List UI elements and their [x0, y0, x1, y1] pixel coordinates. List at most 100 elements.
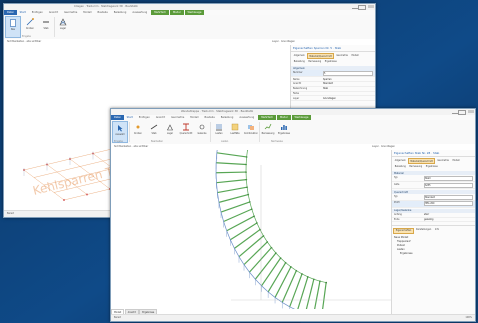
panel-tab-general[interactable]: Allgemein	[393, 158, 407, 164]
stair-tread	[243, 241, 268, 266]
ribbon-combination-button[interactable]: Kombination	[244, 121, 258, 141]
panel-tab-material[interactable]: Material/Querschnitt	[306, 53, 335, 60]
panel-tab-geometry[interactable]: Geometrie	[436, 158, 451, 164]
property-value[interactable]: gelenkig	[424, 218, 473, 221]
panel-tab-design[interactable]: Bemessung	[408, 165, 424, 169]
ribbon-label: Stab	[43, 27, 49, 30]
panel-tab-material[interactable]: Material/Querschnitt	[407, 158, 436, 165]
property-row[interactable]: Ende gelenkig	[392, 218, 475, 223]
panel-tab-loads[interactable]: Belastung	[393, 165, 407, 169]
property-row[interactable]: Güte S235	[392, 182, 475, 189]
beam-icon	[43, 21, 49, 23]
property-row[interactable]: Layer Grundlagen	[291, 96, 375, 102]
layer-dropdown[interactable]: Layer · Grundlagen	[372, 145, 395, 148]
outer-stringer	[243, 264, 250, 273]
panel-tab-results[interactable]: Ergebnisse	[323, 60, 338, 64]
ribbon-label: Stab	[151, 132, 157, 135]
ribbon-label: Bemessung	[261, 132, 275, 135]
inner-stringer	[253, 216, 258, 224]
panel-tab-model[interactable]: Modell	[350, 53, 360, 59]
ribbon-new-button[interactable]: Neu	[5, 16, 21, 38]
ribbon-design-button[interactable]: Bemessung	[261, 121, 275, 141]
ribbon-node-button[interactable]: Knoten	[23, 16, 37, 36]
ribbon-group-label: Lasten	[221, 140, 229, 143]
outer-stringer	[267, 291, 276, 298]
property-value[interactable]	[323, 92, 373, 95]
close-icon[interactable]	[468, 110, 474, 113]
inner-stringer	[275, 252, 281, 259]
panel-tab-geometry[interactable]: Geometrie	[335, 53, 350, 59]
property-value[interactable]: 5	[323, 70, 373, 76]
ribbon-cross-section-button[interactable]: Querschnitt	[179, 121, 193, 141]
panel-tab-design[interactable]: Bemessung	[307, 60, 323, 64]
property-value[interactable]: Stab	[323, 87, 373, 90]
ribbon-loadcase-button[interactable]: Lastfälle	[228, 121, 242, 141]
inner-stringer	[280, 257, 286, 263]
property-key: Ende	[394, 218, 400, 222]
layer-dropdown[interactable]: Layer · Grundlagen	[272, 40, 295, 43]
visibility-dropdown[interactable]: Sichtbarkeiten · alle sichtbar	[7, 40, 41, 43]
property-key: Farbe	[293, 91, 300, 95]
property-row[interactable]: Nummer 5	[291, 70, 375, 78]
property-value[interactable]: Sparren	[323, 78, 373, 81]
inner-stringer	[290, 266, 297, 271]
close-icon[interactable]	[368, 5, 374, 8]
ribbon-label: Gelenke	[197, 132, 207, 135]
property-value[interactable]: HEA 200	[424, 201, 473, 207]
ribbon-label: Neu	[10, 28, 16, 31]
subtab-info[interactable]: Info	[433, 228, 440, 234]
ribbon-beam-button[interactable]: Stab	[147, 121, 161, 141]
back-ribbon: Neu Knoten Stab Lager Eingabe	[4, 15, 375, 40]
inner-stringer	[267, 241, 272, 248]
inner-stringer	[245, 179, 248, 188]
status-text: Bereit	[7, 212, 14, 215]
outer-stringer	[249, 271, 256, 280]
inner-stringer	[307, 276, 314, 280]
inner-stringer	[251, 209, 255, 217]
stair-tread	[274, 266, 292, 298]
outer-stringer	[220, 211, 224, 222]
stair-tread	[234, 229, 261, 249]
stair-tread	[254, 252, 277, 280]
beam-icon	[150, 124, 158, 130]
property-value[interactable]: Stahl	[424, 175, 473, 181]
front-model-viewport[interactable]	[111, 123, 391, 321]
subtab-properties[interactable]: Eigenschaften	[393, 227, 414, 234]
ribbon-hinge-button[interactable]: Gelenke	[195, 121, 209, 141]
property-value[interactable]: Grundlagen	[323, 97, 373, 100]
ribbon-group-label: Eingabe	[114, 140, 123, 143]
inner-stringer	[246, 187, 249, 195]
inner-stringer	[246, 149, 248, 157]
ribbon-support-button[interactable]: Lager	[56, 16, 70, 36]
panel-tab-general[interactable]: Allgemein	[292, 53, 306, 59]
property-value[interactable]: S235	[424, 182, 473, 188]
stair-tread	[216, 162, 247, 166]
ribbon-loads-button[interactable]: Lasten	[212, 121, 226, 141]
ribbon-support-button[interactable]: Lager	[163, 121, 177, 141]
property-row[interactable]: Typ Standard	[392, 194, 475, 201]
visibility-dropdown[interactable]: Sichtbarkeiten · alle sichtbar	[114, 145, 148, 148]
stair-tread	[216, 171, 247, 174]
panel-tab-model[interactable]: Modell	[451, 158, 461, 164]
outer-stringer	[217, 192, 220, 203]
property-row[interactable]: Typ Stahl	[392, 175, 475, 183]
property-row[interactable]: Profil HEA 200	[392, 200, 475, 208]
outer-stringer	[215, 152, 218, 163]
tree-node[interactable]: Ergebnisse	[394, 251, 473, 255]
inner-stringer	[285, 262, 292, 268]
stair-tread	[261, 257, 282, 287]
ribbon-node-button[interactable]: Knoten	[131, 121, 145, 141]
panel-tab-loads[interactable]: Belastung	[292, 60, 306, 64]
subtab-views[interactable]: Darstellungen	[414, 228, 432, 234]
property-value[interactable]: Standard	[323, 82, 373, 85]
select-arrow-icon	[118, 125, 123, 132]
property-value[interactable]: Standard	[424, 194, 473, 200]
property-key: Name	[293, 77, 300, 81]
inner-stringer	[271, 247, 277, 254]
property-value[interactable]: starr	[424, 213, 473, 216]
load-icon	[216, 124, 222, 131]
ribbon-beam-button[interactable]: Stab	[39, 16, 53, 36]
ribbon-results-button[interactable]: Ergebnisse	[277, 121, 291, 141]
panel-tab-results[interactable]: Ergebnisse	[424, 165, 439, 169]
stair-tread	[217, 186, 248, 194]
